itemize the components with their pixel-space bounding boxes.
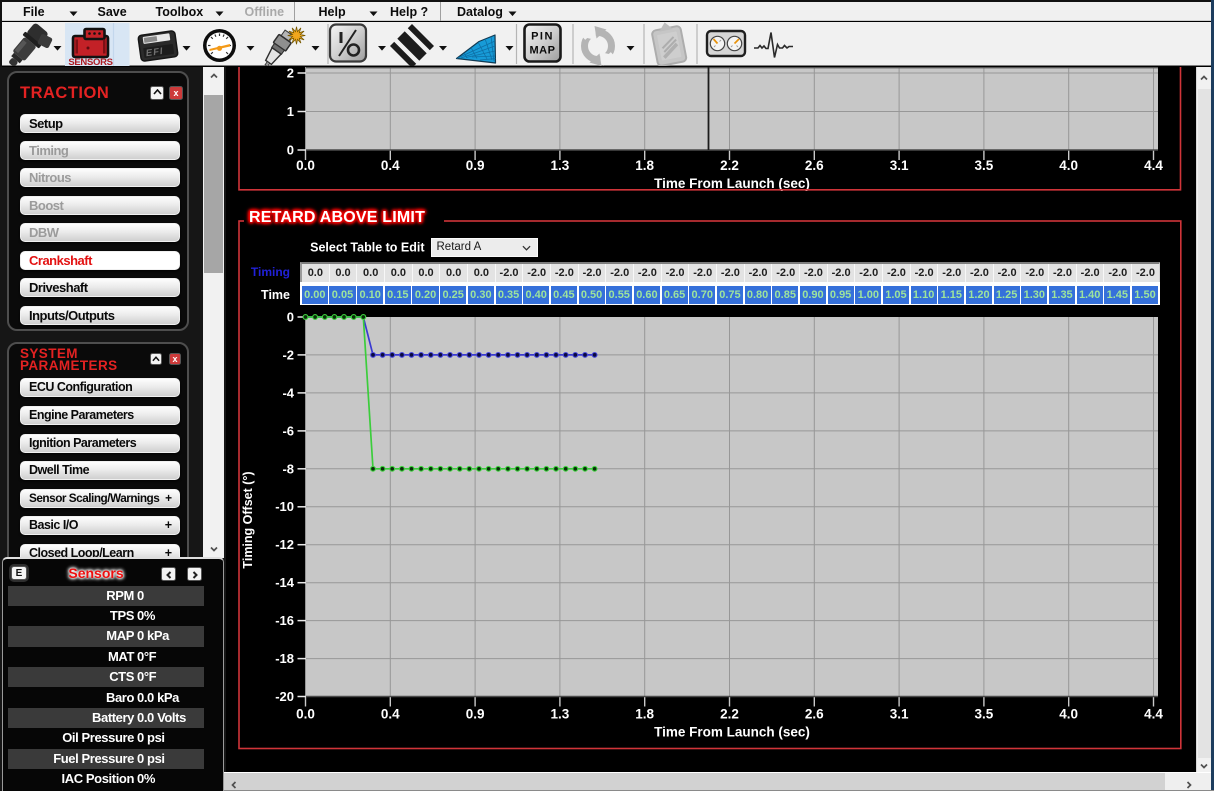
svg-text:-16: -16 <box>275 613 294 628</box>
svg-text:-10: -10 <box>275 499 294 514</box>
svg-text:-8: -8 <box>282 461 294 476</box>
svg-text:3.5: 3.5 <box>975 158 994 173</box>
svg-text:0.4: 0.4 <box>381 707 400 722</box>
svg-text:3.1: 3.1 <box>890 158 909 173</box>
svg-text:MAP: MAP <box>530 45 556 57</box>
svg-text:2.6: 2.6 <box>805 707 824 722</box>
svg-text:0.9: 0.9 <box>466 707 485 722</box>
svg-text:2.2: 2.2 <box>720 707 739 722</box>
svg-text:0: 0 <box>287 143 294 158</box>
svg-text:1: 1 <box>287 104 294 119</box>
svg-text:1.3: 1.3 <box>551 158 570 173</box>
svg-text:-18: -18 <box>275 651 294 666</box>
svg-text:Time From Launch (sec): Time From Launch (sec) <box>654 725 810 740</box>
svg-text:-12: -12 <box>275 537 294 552</box>
svg-text:3.1: 3.1 <box>890 707 909 722</box>
svg-text:1.8: 1.8 <box>635 707 654 722</box>
svg-text:0.0: 0.0 <box>296 158 315 173</box>
svg-text:4.4: 4.4 <box>1144 707 1163 722</box>
svg-text:0.9: 0.9 <box>466 158 485 173</box>
svg-text:0.0: 0.0 <box>296 707 315 722</box>
svg-text:2.2: 2.2 <box>720 158 739 173</box>
svg-text:3.5: 3.5 <box>975 707 994 722</box>
svg-text:-14: -14 <box>275 575 295 590</box>
svg-text:0: 0 <box>287 310 294 325</box>
svg-text:0.4: 0.4 <box>381 158 400 173</box>
svg-text:Time From Launch (sec): Time From Launch (sec) <box>654 176 810 191</box>
svg-text:-2: -2 <box>282 347 294 362</box>
svg-text:PIN: PIN <box>531 31 554 43</box>
svg-text:Timing Offset (°): Timing Offset (°) <box>241 471 255 568</box>
svg-text:SENSORS: SENSORS <box>68 57 112 66</box>
svg-text:4.0: 4.0 <box>1059 707 1078 722</box>
svg-text:-20: -20 <box>275 689 294 704</box>
svg-text:2: 2 <box>287 67 294 81</box>
svg-text:1.8: 1.8 <box>635 158 654 173</box>
svg-text:2.6: 2.6 <box>805 158 824 173</box>
svg-text:1.3: 1.3 <box>551 707 570 722</box>
svg-text:4.0: 4.0 <box>1059 158 1078 173</box>
svg-text:-4: -4 <box>282 385 294 400</box>
svg-text:-6: -6 <box>282 423 294 438</box>
svg-text:4.4: 4.4 <box>1144 158 1163 173</box>
svg-text:Select Table to Edit: Select Table to Edit <box>310 241 425 255</box>
